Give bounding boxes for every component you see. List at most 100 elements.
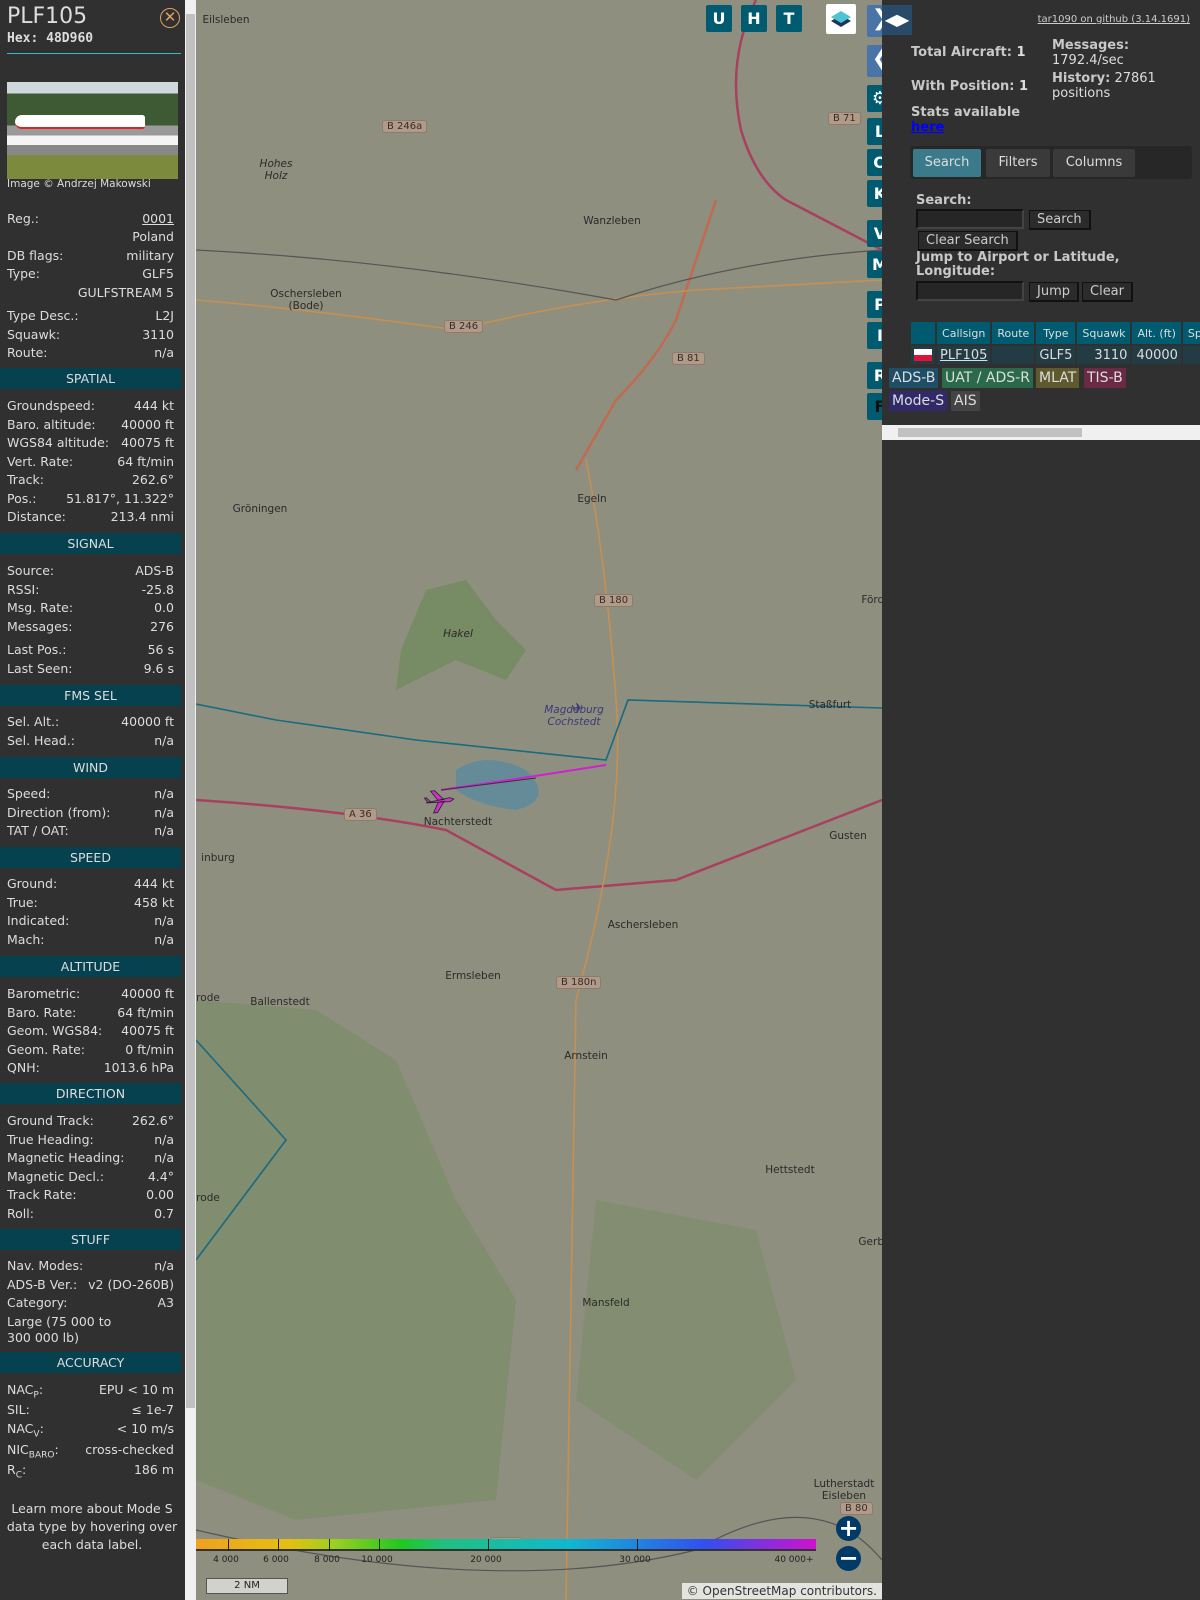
osm-link[interactable]: OpenStreetMap [703,1584,797,1598]
col-flag[interactable] [911,322,935,344]
scrollbar-thumb[interactable] [186,14,195,1408]
button-f[interactable]: F [867,393,882,420]
wind-label: TAT / OAT: [7,823,69,838]
fms-label: Sel. Head.: [7,733,75,748]
road-b180 [565,459,619,1600]
toggle-sidebar-icon[interactable]: ◀▶ [882,5,912,35]
altitude-tick-mark [637,1539,638,1551]
zoom-out-button[interactable]: − [836,1546,861,1571]
spatial-label: Vert. Rate: [7,454,74,469]
cell-callsign[interactable]: PLF105 [937,346,991,364]
history: History: 27861 positions [1052,71,1192,101]
town-label: Aschersleben [607,919,679,931]
github-link[interactable]: tar1090 on github (3.14.1691) [1038,14,1190,25]
spatial-value: 213.4 nmi [110,509,174,524]
road-label: B 246 [444,320,484,333]
altitude-tick-mark [329,1539,330,1551]
section-header-signal: SIGNAL [0,533,181,554]
clear-button[interactable]: Clear [1082,282,1133,302]
help-note: Learn more about Mode S data type by hov… [6,1501,178,1552]
speed-label: Mach: [7,932,45,947]
wind-value: n/a [154,805,174,820]
map-base: ✈ [196,0,882,1600]
spatial-row: WGS84 altitude: 40075 ft [7,435,174,451]
button-h[interactable]: H [741,5,767,32]
accuracy-label: SIL: [7,1402,30,1417]
info-row: Route: n/a [7,345,174,361]
spatial-row: Track: 262.6° [7,472,174,488]
button-o[interactable]: O [867,149,882,176]
tab-filters[interactable]: Filters [986,149,1050,177]
search-button[interactable]: Search [1029,210,1091,230]
accuracy-value: < 10 m/s [116,1421,174,1436]
speed-value: n/a [154,913,174,928]
left-panel-scrollbar[interactable] [185,0,196,1600]
close-icon[interactable]: ✕ [160,8,180,28]
button-m[interactable]: M [867,251,882,278]
scrollbar-thumb[interactable] [898,428,1082,437]
spatial-row: Distance: 213.4 nmi [7,509,174,525]
button-l[interactable]: L [867,118,882,145]
town-label: Oschersleben (Bode) [270,288,342,312]
info-value[interactable]: 0001 [142,211,174,227]
col-type[interactable]: Type [1036,322,1076,344]
col-speed[interactable]: Spd. [1182,322,1200,344]
col-route[interactable]: Route [992,322,1035,344]
accuracy-label-text: NAC [7,1382,34,1397]
town-label: Gerbst [858,1236,882,1248]
altitude-color-legend [196,1539,816,1551]
table-row[interactable]: PLF105 GLF5 3110 40000 4 [911,346,1200,364]
jump-button[interactable]: Jump [1029,282,1079,302]
direction-label: Magnetic Decl.: [7,1169,105,1184]
jump-input[interactable] [916,281,1024,301]
layers-icon-glyph [831,11,851,27]
sidebar: ◀▶ tar1090 on github (3.14.1691) Total A… [882,0,1200,1600]
fms-row: Sel. Alt.: 40000 ft [7,714,174,730]
altitude-tick-label: 6 000 [263,1555,289,1565]
direction-row: Track Rate: 0.00 [7,1187,174,1203]
source-badge-mlat: MLAT [1036,368,1080,388]
accuracy-label-text: R [7,1462,16,1477]
speed-row: True: 458 kt [7,895,174,911]
spatial-value: 262.6° [131,472,174,487]
layers-icon[interactable] [826,4,856,34]
scale-line: 2 NM [206,1578,288,1594]
button-r[interactable]: R [867,362,882,389]
signal-value: 56 s [147,642,174,657]
zoom-in-button[interactable]: + [836,1516,861,1541]
table-horizontal-scrollbar[interactable] [882,425,1200,440]
collapse-left-icon[interactable]: ❮ [867,45,882,77]
aircraft-photo[interactable] [7,82,178,179]
town-label: Förde [861,594,882,606]
signal-row: Msg. Rate: 0.0 [7,600,174,616]
altitude-label: Geom. Rate: [7,1042,86,1057]
map[interactable]: ✈ Eilsleben Wanzleben Oschersleben (Bode) G… [196,0,882,1600]
button-i[interactable]: I [867,322,882,349]
expand-right-icon[interactable]: ❯ [867,5,882,37]
button-u[interactable]: U [706,5,732,32]
button-t[interactable]: T [776,5,802,32]
col-altitude[interactable]: Alt. (ft) [1132,322,1181,344]
direction-label: Track Rate: [7,1187,77,1202]
clear-search-button[interactable]: Clear Search [918,231,1018,251]
col-squawk[interactable]: Squawk [1077,322,1131,344]
button-k[interactable]: K [867,180,882,207]
messages: Messages: 1792.4/sec [1052,38,1192,68]
speed-row: Indicated: n/a [7,913,174,929]
callsign-link[interactable]: PLF105 [940,348,987,363]
col-callsign[interactable]: Callsign [937,322,991,344]
direction-row: True Heading: n/a [7,1132,174,1148]
search-input[interactable] [916,209,1024,229]
button-p[interactable]: P [867,291,882,318]
stats-link[interactable]: here [911,120,1020,135]
tab-columns[interactable]: Columns [1053,149,1135,177]
settings-gear-icon[interactable]: ⚙ [867,85,882,112]
button-v[interactable]: V [867,220,882,247]
messages-value: 1792.4/sec [1052,53,1124,68]
altitude-label: Barometric: [7,986,81,1001]
direction-label: Roll: [7,1206,34,1221]
fms-row: Sel. Head.: n/a [7,733,174,749]
tab-search[interactable]: Search [913,149,981,177]
wind-row: Speed: n/a [7,786,174,802]
direction-row: Ground Track: 262.6° [7,1113,174,1129]
